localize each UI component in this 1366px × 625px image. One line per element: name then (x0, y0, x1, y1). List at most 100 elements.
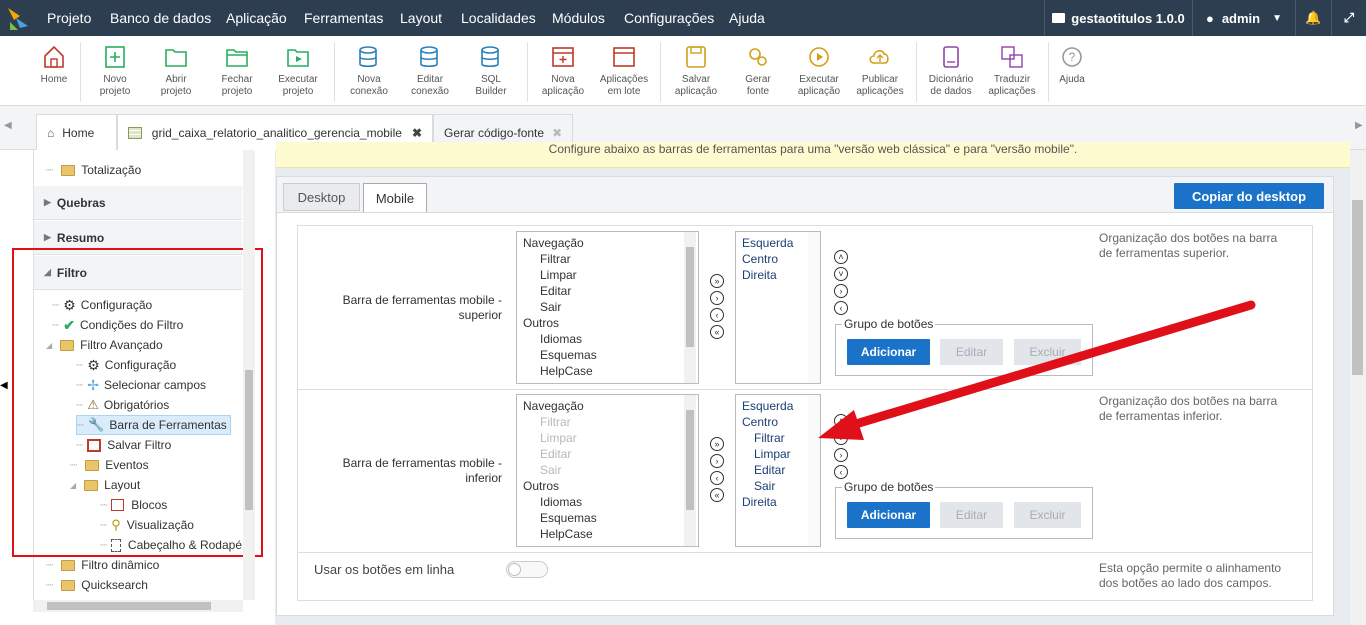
list-item[interactable]: Editar (523, 446, 698, 462)
editar-conexao-button[interactable]: Editar conexão (400, 44, 460, 98)
close-icon[interactable]: ✖ (412, 126, 422, 140)
salvar-aplicacao-button[interactable]: Salvar aplicação (666, 44, 726, 98)
notifications-button[interactable]: 🔔 (1295, 0, 1331, 36)
move-out-icon[interactable]: ‹ (834, 465, 848, 479)
caret-down-icon: ▼ (1272, 12, 1283, 24)
executar-projeto-button[interactable]: Executar projeto (268, 44, 328, 98)
aplicacoes-lote-button[interactable]: Aplicações em lote (594, 44, 654, 98)
user-icon: ● (1205, 10, 1214, 26)
tree-item-quicksearch[interactable]: ┈ Quicksearch (46, 575, 148, 595)
dicionario-dados-button[interactable]: Dicionário de dados (921, 44, 981, 98)
tabs-scroll-left-icon[interactable]: ◀ (4, 120, 12, 131)
available-inferior-scrollbar[interactable] (684, 395, 696, 546)
house-icon: ⌂ (47, 125, 55, 140)
menu-ajuda[interactable]: Ajuda (729, 10, 765, 26)
desc-superior: Organização dos botões na barra de ferram… (1099, 231, 1278, 260)
section-quebras[interactable]: ▶ Quebras (34, 186, 242, 220)
list-item[interactable]: Limpar (523, 430, 698, 446)
run-folder-icon (287, 49, 309, 67)
inferior-label: Barra de ferramentas mobile - inferior (342, 456, 502, 485)
executar-aplicacao-button[interactable]: Executar aplicação (789, 44, 849, 98)
list-item[interactable]: Esquemas (523, 510, 698, 526)
list-item[interactable]: Limpar (523, 267, 698, 283)
move-in-icon[interactable]: › (834, 448, 848, 462)
list-item[interactable]: Sair (523, 299, 698, 315)
move-all-left-icon[interactable]: « (710, 488, 724, 502)
abrir-projeto-button[interactable]: Abrir projeto (146, 44, 206, 98)
folder-icon (61, 579, 76, 591)
user-menu[interactable]: ● admin ▼ (1192, 0, 1295, 36)
list-item[interactable]: Outros (523, 478, 698, 494)
usar-linha-toggle[interactable] (506, 561, 548, 578)
nova-conexao-button[interactable]: Nova conexão (339, 44, 399, 98)
menu-aplicacao[interactable]: Aplicação (226, 10, 287, 26)
menu-projeto[interactable]: Projeto (47, 10, 91, 26)
tab-mobile[interactable]: Mobile (363, 183, 427, 212)
menu-banco-de-dados[interactable]: Banco de dados (110, 10, 211, 26)
tab-home[interactable]: ⌂ Home (36, 114, 117, 150)
menu-modulos[interactable]: Módulos (552, 10, 605, 26)
fullscreen-button[interactable]: ⤢ (1331, 0, 1366, 36)
traduzir-aplicacoes-button[interactable]: Traduzir aplicações (982, 44, 1042, 98)
copiar-desktop-button[interactable]: Copiar do desktop (1174, 183, 1324, 209)
page-vertical-scrollbar[interactable] (1350, 150, 1366, 625)
tab-desktop[interactable]: Desktop (283, 183, 360, 211)
list-item[interactable]: Idiomas (523, 331, 698, 347)
move-all-right-icon[interactable]: » (710, 437, 724, 451)
list-item[interactable]: Esquemas (523, 347, 698, 363)
move-down-icon[interactable]: ˅ (834, 267, 848, 281)
scriptcase-logo[interactable] (0, 0, 36, 36)
list-item[interactable]: Editar (523, 283, 698, 299)
menu-localidades[interactable]: Localidades (461, 10, 536, 26)
close-icon[interactable]: ✖ (552, 126, 562, 140)
move-left-icon[interactable]: ‹ (710, 308, 724, 322)
tree-vertical-scrollbar[interactable] (243, 150, 255, 600)
editar-button[interactable]: Editar (940, 502, 1003, 528)
list-item[interactable]: Filtrar (523, 414, 698, 430)
available-buttons-superior[interactable]: Navegação Filtrar Limpar Editar Sair Outros Id… (516, 231, 699, 384)
publicar-aplicacoes-button[interactable]: Publicar aplicações (850, 44, 910, 98)
menu-configuracoes[interactable]: Configurações (624, 10, 714, 26)
folder-icon (61, 164, 76, 176)
available-buttons-inferior[interactable]: Navegação Filtrar Limpar Editar Sair Outros Id… (516, 394, 699, 547)
tree-item-filtro-dinamico[interactable]: ┈ Filtro dinâmico (46, 555, 159, 575)
list-item[interactable]: Outros (523, 315, 698, 331)
translate-icon (1001, 46, 1023, 68)
list-item[interactable]: Navegação (523, 235, 698, 251)
ajuda-button[interactable]: ? Ajuda (1042, 44, 1102, 86)
sql-builder-button[interactable]: SQL Builder (461, 44, 521, 98)
move-right-icon[interactable]: › (710, 291, 724, 305)
available-superior-scrollbar[interactable] (684, 232, 696, 383)
list-item[interactable]: Navegação (523, 398, 698, 414)
tabs-scroll-right-icon[interactable]: ▶ (1355, 120, 1363, 131)
move-all-right-icon[interactable]: » (710, 274, 724, 288)
move-all-left-icon[interactable]: « (710, 325, 724, 339)
menu-ferramentas[interactable]: Ferramentas (304, 10, 383, 26)
adicionar-button[interactable]: Adicionar (847, 502, 930, 528)
project-selector[interactable]: gestaotitulos 1.0.0 (1044, 0, 1192, 36)
list-item[interactable]: Idiomas (523, 494, 698, 510)
excluir-button[interactable]: Excluir (1014, 502, 1081, 528)
move-up-icon[interactable]: ˄ (834, 250, 848, 264)
tree-collapse-handle[interactable]: ◀ (0, 380, 8, 394)
move-right-icon[interactable]: › (710, 454, 724, 468)
gerar-fonte-button[interactable]: Gerar fonte (728, 44, 788, 98)
home-button[interactable]: Home (24, 44, 84, 86)
superior-label: Barra de ferramentas mobile - superior (342, 293, 502, 322)
red-arrow-annotation (818, 300, 1256, 440)
move-left-icon[interactable]: ‹ (710, 471, 724, 485)
list-item[interactable]: HelpCase (523, 526, 698, 542)
menu-layout[interactable]: Layout (400, 10, 442, 26)
database-sql-icon (481, 46, 499, 68)
fechar-projeto-button[interactable]: Fechar projeto (207, 44, 267, 98)
tree-item-totalizacao[interactable]: ┈ Totalização (46, 160, 141, 180)
list-item[interactable]: Filtrar (523, 251, 698, 267)
list-item[interactable]: Sair (523, 462, 698, 478)
close-folder-icon (226, 49, 248, 67)
nova-aplicacao-button[interactable]: Nova aplicação (533, 44, 593, 98)
novo-projeto-button[interactable]: Novo projeto (85, 44, 145, 98)
mode-tabs-bar: Desktop Mobile Copiar do desktop (277, 177, 1333, 213)
tree-horizontal-scrollbar[interactable] (33, 600, 243, 612)
list-item[interactable]: HelpCase (523, 363, 698, 379)
new-app-icon (552, 47, 574, 67)
